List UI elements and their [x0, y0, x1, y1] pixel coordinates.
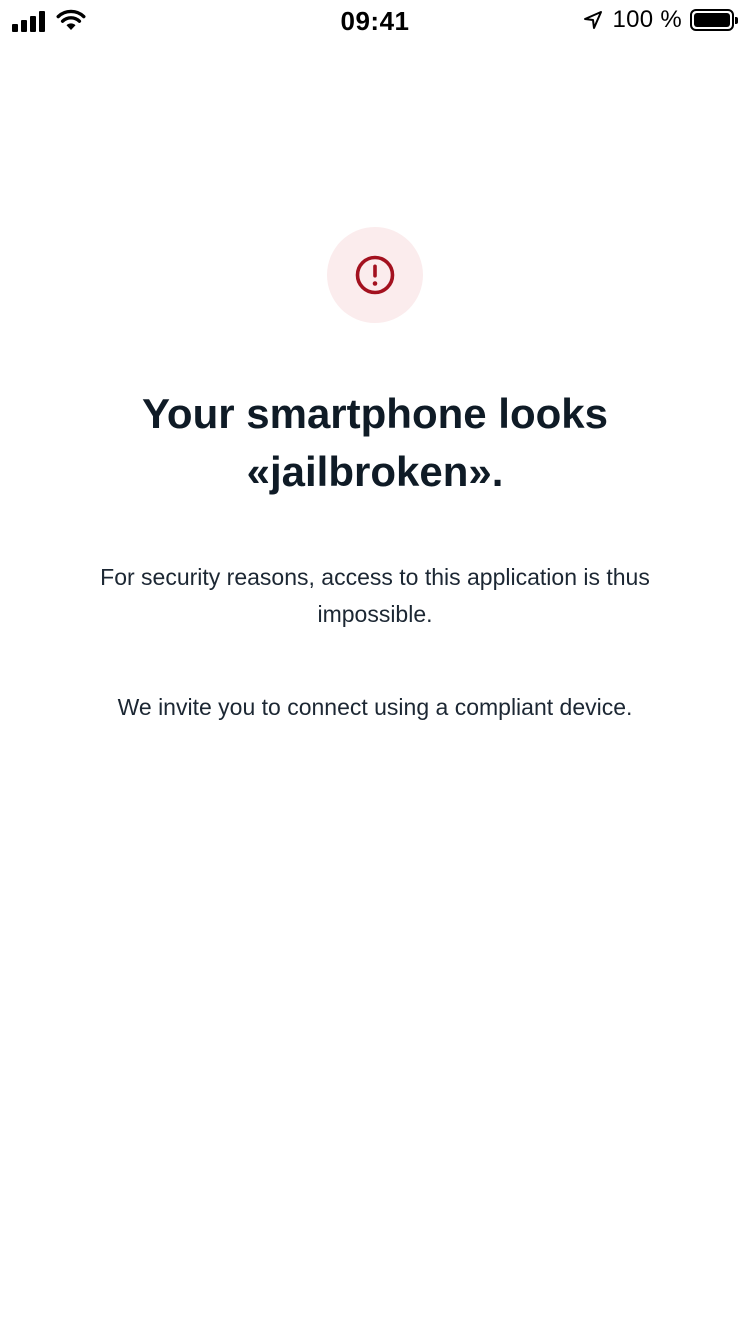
- status-bar: 09:41 100 %: [0, 0, 750, 40]
- title-line-1: Your smartphone looks: [142, 390, 608, 437]
- security-message: For security reasons, access to this app…: [100, 564, 650, 627]
- page-title: Your smartphone looks «jailbroken».: [40, 385, 710, 501]
- exclamation-circle-icon: [355, 255, 395, 295]
- title-line-2: «jailbroken».: [246, 448, 504, 495]
- invite-message: We invite you to connect using a complia…: [117, 694, 633, 720]
- battery-fill: [694, 13, 730, 27]
- status-bar-right: 100 %: [582, 6, 738, 33]
- battery-cap: [735, 17, 738, 24]
- battery-percentage: 100 %: [612, 6, 682, 33]
- location-arrow-icon: [584, 11, 603, 29]
- jailbreak-warning-screen: 09:41 100 % Your smartphone looks «jailb…: [0, 0, 750, 1334]
- alert-icon-badge: [327, 227, 423, 323]
- battery-icon: [690, 9, 738, 31]
